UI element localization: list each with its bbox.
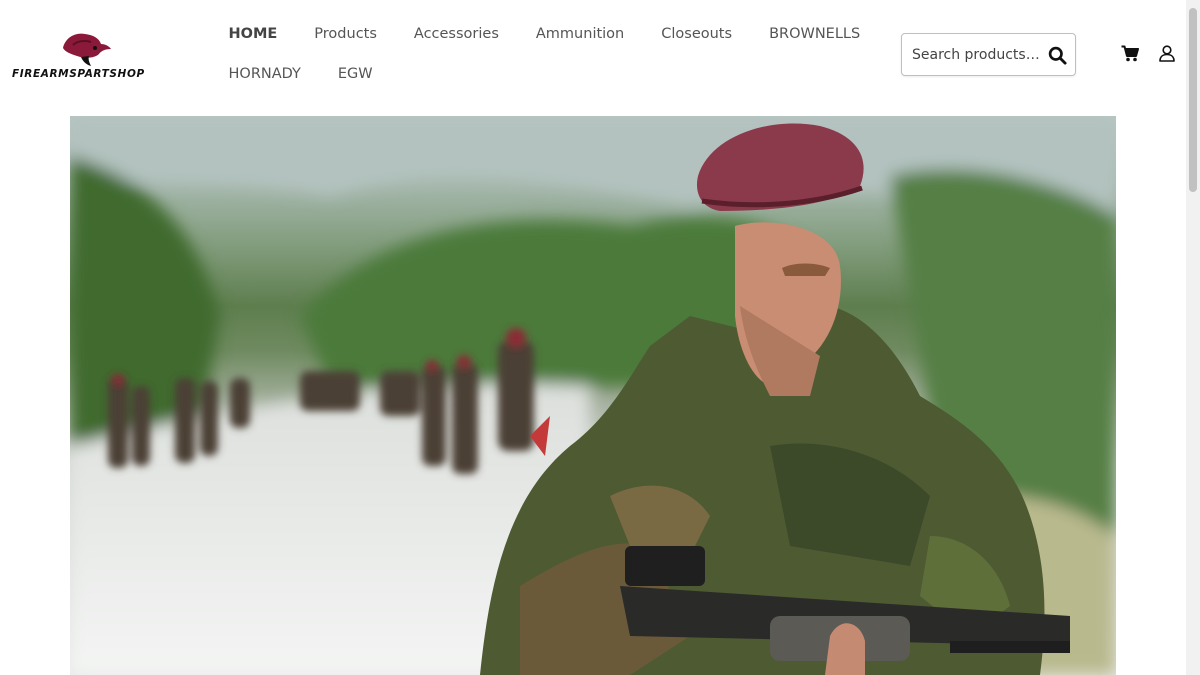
nav-egw[interactable]: EGW	[319, 66, 391, 82]
nav-products[interactable]: Products	[296, 26, 396, 42]
scrollbar-thumb[interactable]	[1189, 8, 1197, 192]
cart-icon[interactable]	[1121, 45, 1139, 62]
nav-row-secondary: HORNADY EGW	[210, 54, 850, 94]
logo-hat-icon	[63, 33, 111, 66]
nav-accessories[interactable]: Accessories	[395, 26, 517, 42]
site-logo[interactable]: FIREARMSPARTSHOP	[10, 28, 155, 84]
search-input[interactable]	[912, 44, 1042, 66]
nav-hornady[interactable]: HORNADY	[210, 66, 319, 82]
user-icon[interactable]	[1159, 45, 1175, 62]
main-nav: HOME Products Accessories Ammunition Clo…	[210, 14, 861, 94]
search-button[interactable]	[1045, 44, 1069, 66]
page-scrollbar[interactable]	[1186, 0, 1200, 675]
site-header: FIREARMSPARTSHOP HOME Products Accessori…	[0, 0, 1186, 116]
logo-text: FIREARMSPARTSHOP	[12, 68, 145, 80]
hero-photo-soldier	[70, 116, 1116, 675]
nav-ammunition[interactable]: Ammunition	[517, 26, 642, 42]
hero-image	[70, 116, 1116, 675]
nav-closeouts[interactable]: Closeouts	[643, 26, 751, 42]
search-icon	[1048, 46, 1067, 65]
search-box	[901, 33, 1076, 76]
nav-home[interactable]: HOME	[210, 26, 296, 42]
nav-brownells[interactable]: BROWNELLS	[751, 26, 879, 42]
nav-row-primary: HOME Products Accessories Ammunition Clo…	[210, 14, 861, 54]
